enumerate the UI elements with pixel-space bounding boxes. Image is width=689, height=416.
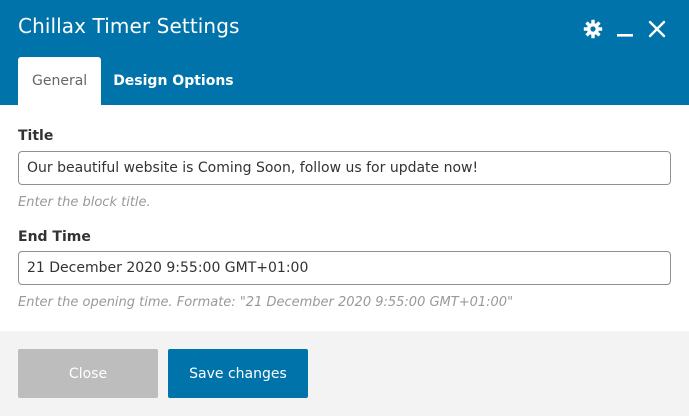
settings-modal: Chillax Timer Settings General Design Op… (0, 0, 689, 416)
tab-design-options[interactable]: Design Options (101, 57, 245, 105)
end-time-help-text: Enter the opening time. Formate: "21 Dec… (18, 295, 514, 310)
close-button[interactable]: Close (18, 349, 158, 398)
end-time-input[interactable] (18, 251, 671, 285)
minimize-icon[interactable] (613, 17, 637, 41)
tab-general[interactable]: General (18, 57, 102, 105)
modal-header: Chillax Timer Settings General Design Op… (0, 0, 689, 105)
end-time-label: End Time (18, 229, 91, 245)
modal-footer: Close Save changes (0, 331, 689, 416)
modal-title: Chillax Timer Settings (18, 14, 240, 38)
settings-form: Title Enter the block title. End Time En… (0, 105, 689, 331)
tab-bar: General Design Options (18, 57, 246, 105)
window-controls (581, 17, 669, 41)
title-input[interactable] (18, 151, 671, 185)
title-label: Title (18, 128, 54, 144)
save-changes-button[interactable]: Save changes (168, 349, 308, 398)
title-help-text: Enter the block title. (18, 195, 151, 210)
close-icon[interactable] (645, 17, 669, 41)
gear-icon[interactable] (581, 17, 605, 41)
